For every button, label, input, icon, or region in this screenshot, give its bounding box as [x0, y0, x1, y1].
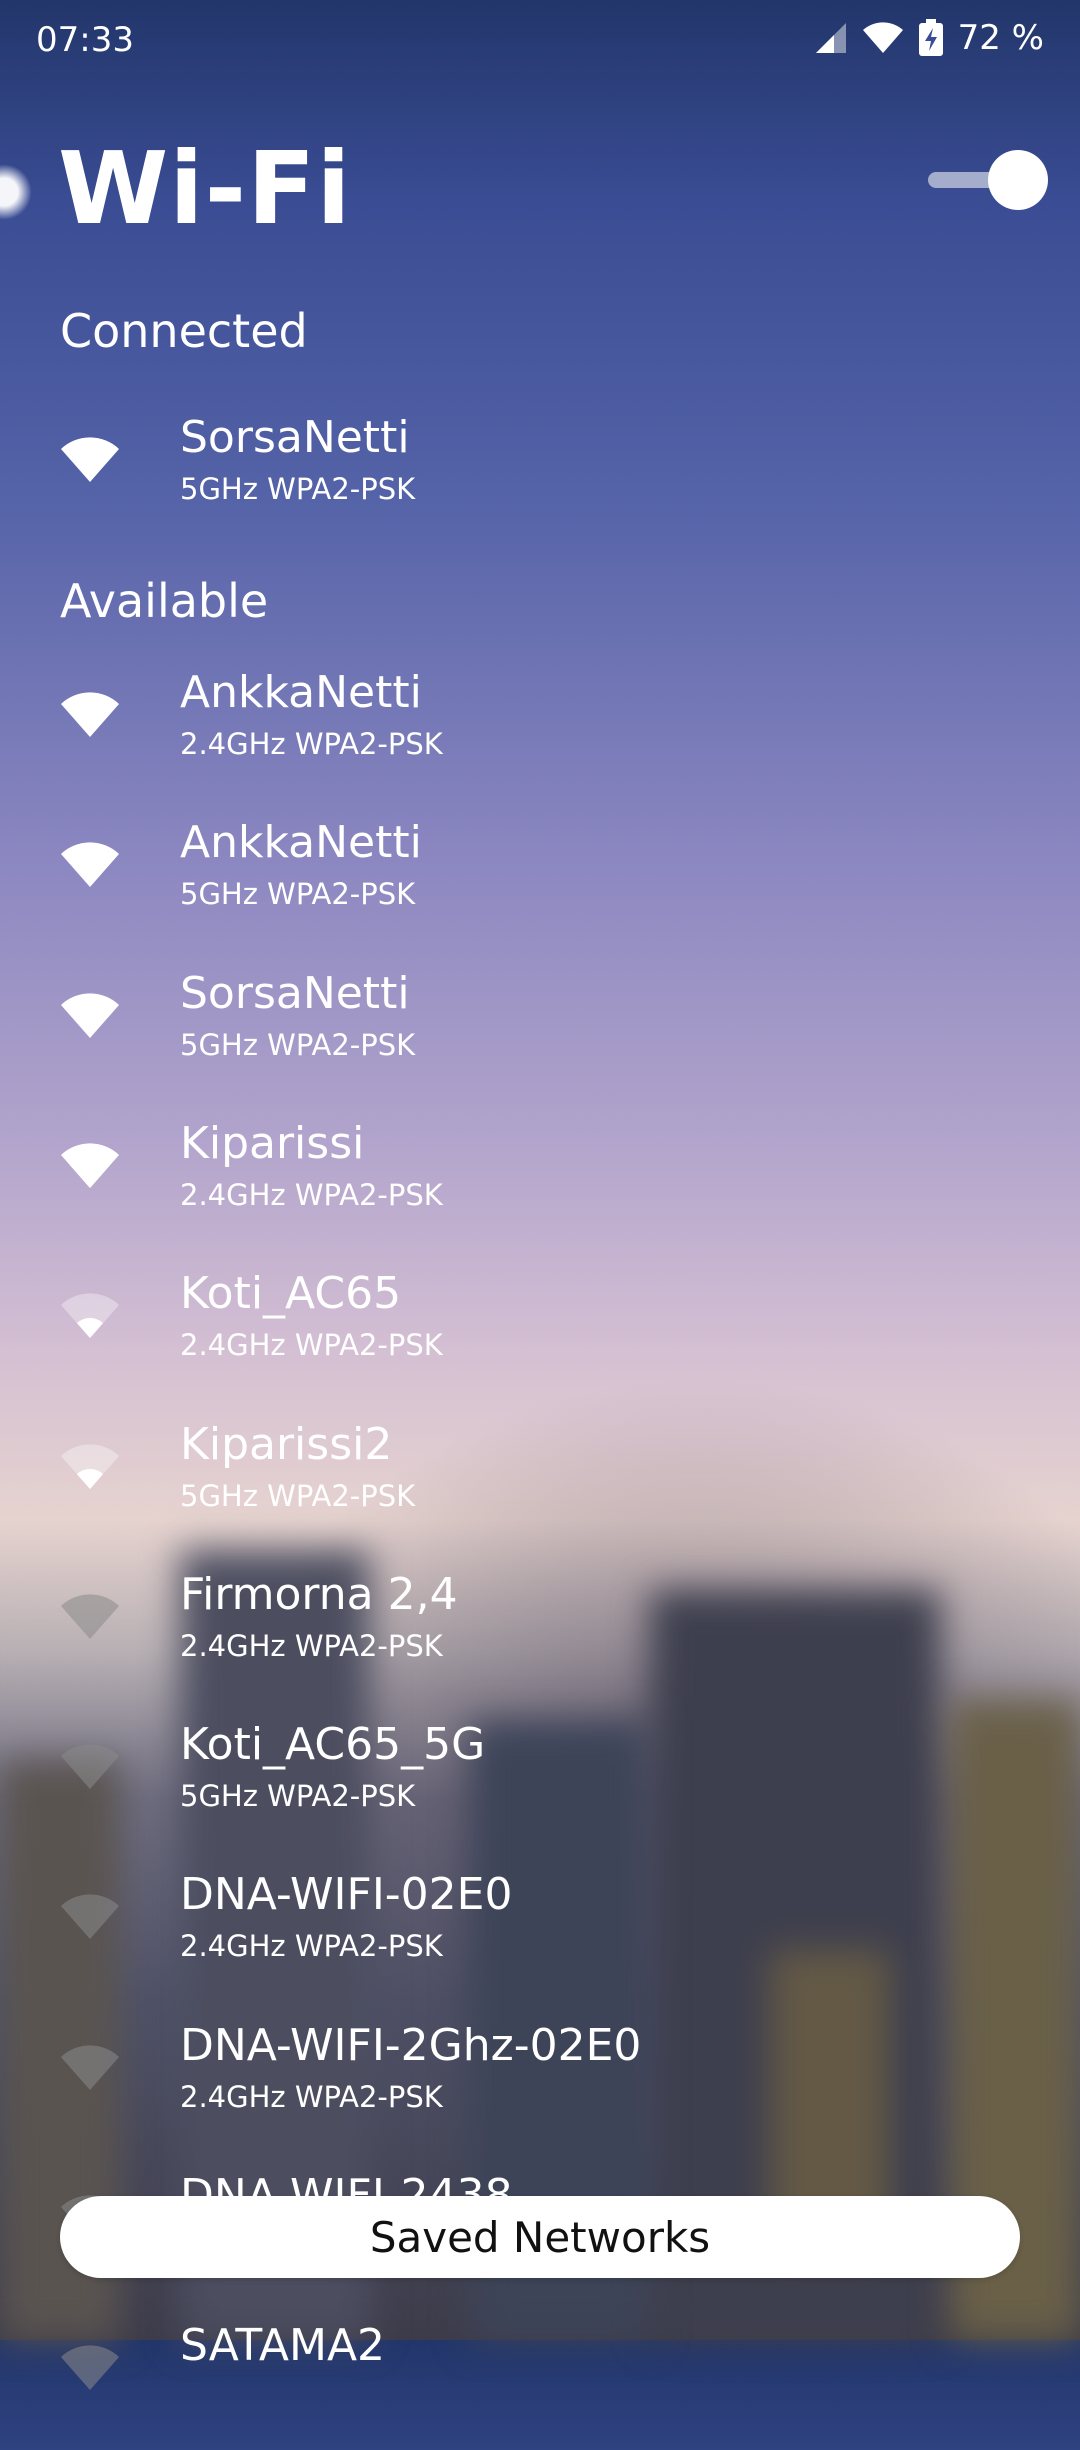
status-bar: 07:33 72 %	[0, 0, 1080, 84]
saved-networks-button[interactable]: Saved Networks	[60, 2196, 1020, 2278]
network-name: DNA-WIFI-02E0	[180, 1869, 513, 1920]
network-details: 5GHz WPA2-PSK	[180, 1479, 416, 1513]
status-time: 07:33	[36, 20, 134, 60]
wifi-signal-icon	[61, 2045, 119, 2090]
network-name: SATAMA2	[180, 2320, 386, 2371]
network-details: 2.4GHz WPA2-PSK	[180, 1328, 443, 1362]
network-name: SorsaNetti	[180, 412, 410, 463]
network-item[interactable]: DNA-WIFI-2Ghz-02E0 2.4GHz WPA2-PSK	[0, 2020, 1080, 2150]
signal-icon	[815, 23, 846, 53]
network-name: Kiparissi2	[180, 1419, 393, 1470]
network-name: SorsaNetti	[180, 968, 410, 1019]
edge-handle[interactable]	[0, 164, 32, 220]
wifi-signal-icon	[61, 1444, 119, 1489]
wifi-signal-icon	[61, 2345, 119, 2390]
network-details: 5GHz WPA2-PSK	[180, 1028, 416, 1062]
network-details: 5GHz WPA2-PSK	[180, 1779, 416, 1813]
wifi-signal-icon	[61, 1894, 119, 1939]
network-name: DNA-WIFI-2Ghz-02E0	[180, 2020, 642, 2071]
network-name: Koti_AC65	[180, 1268, 402, 1319]
network-name: Firmorna 2,4	[180, 1569, 458, 1620]
network-details: 5GHz WPA2-PSK	[180, 472, 416, 506]
wifi-signal-icon	[61, 993, 119, 1038]
page-title: Wi-Fi	[58, 130, 352, 247]
battery-percent: 72 %	[957, 18, 1044, 58]
wifi-signal-icon	[61, 692, 119, 737]
network-details: 2.4GHz WPA2-PSK	[180, 1929, 443, 1963]
battery-charging-icon	[918, 19, 943, 56]
connected-heading: Connected	[60, 304, 308, 358]
network-item[interactable]: Kiparissi 2.4GHz WPA2-PSK	[0, 1118, 1080, 1248]
wifi-toggle[interactable]	[928, 148, 1048, 212]
network-details: 2.4GHz WPA2-PSK	[180, 1629, 443, 1663]
available-heading: Available	[60, 574, 269, 628]
wifi-signal-icon	[61, 842, 119, 887]
network-item[interactable]: AnkkaNetti 2.4GHz WPA2-PSK	[0, 667, 1080, 797]
network-details: 2.4GHz WPA2-PSK	[180, 727, 443, 761]
status-icons: 72 %	[812, 18, 1044, 58]
network-item[interactable]: Kiparissi2 5GHz WPA2-PSK	[0, 1419, 1080, 1549]
wifi-signal-icon	[61, 1143, 119, 1188]
network-item[interactable]: Firmorna 2,4 2.4GHz WPA2-PSK	[0, 1569, 1080, 1699]
network-item[interactable]: DNA-WIFI-02E0 2.4GHz WPA2-PSK	[0, 1869, 1080, 1999]
wifi-signal-icon	[61, 437, 119, 482]
network-name: Koti_AC65_5G	[180, 1719, 486, 1770]
network-item[interactable]: Koti_AC65_5G 5GHz WPA2-PSK	[0, 1719, 1080, 1849]
wifi-signal-icon	[61, 1293, 119, 1338]
network-details: 2.4GHz WPA2-PSK	[180, 1178, 443, 1212]
wifi-status-icon	[862, 22, 903, 53]
wifi-signal-icon	[61, 1744, 119, 1789]
network-item[interactable]: Koti_AC65 2.4GHz WPA2-PSK	[0, 1268, 1080, 1398]
network-details: 5GHz WPA2-PSK	[180, 877, 416, 911]
network-item[interactable]: SorsaNetti 5GHz WPA2-PSK	[0, 968, 1080, 1098]
network-name: Kiparissi	[180, 1118, 365, 1169]
network-name: AnkkaNetti	[180, 817, 422, 868]
network-item[interactable]: AnkkaNetti 5GHz WPA2-PSK	[0, 817, 1080, 947]
network-item-connected[interactable]: SorsaNetti 5GHz WPA2-PSK	[0, 412, 1080, 542]
network-name: AnkkaNetti	[180, 667, 422, 718]
toggle-thumb	[988, 150, 1048, 210]
wifi-signal-icon	[61, 1594, 119, 1639]
network-details: 2.4GHz WPA2-PSK	[180, 2080, 443, 2114]
